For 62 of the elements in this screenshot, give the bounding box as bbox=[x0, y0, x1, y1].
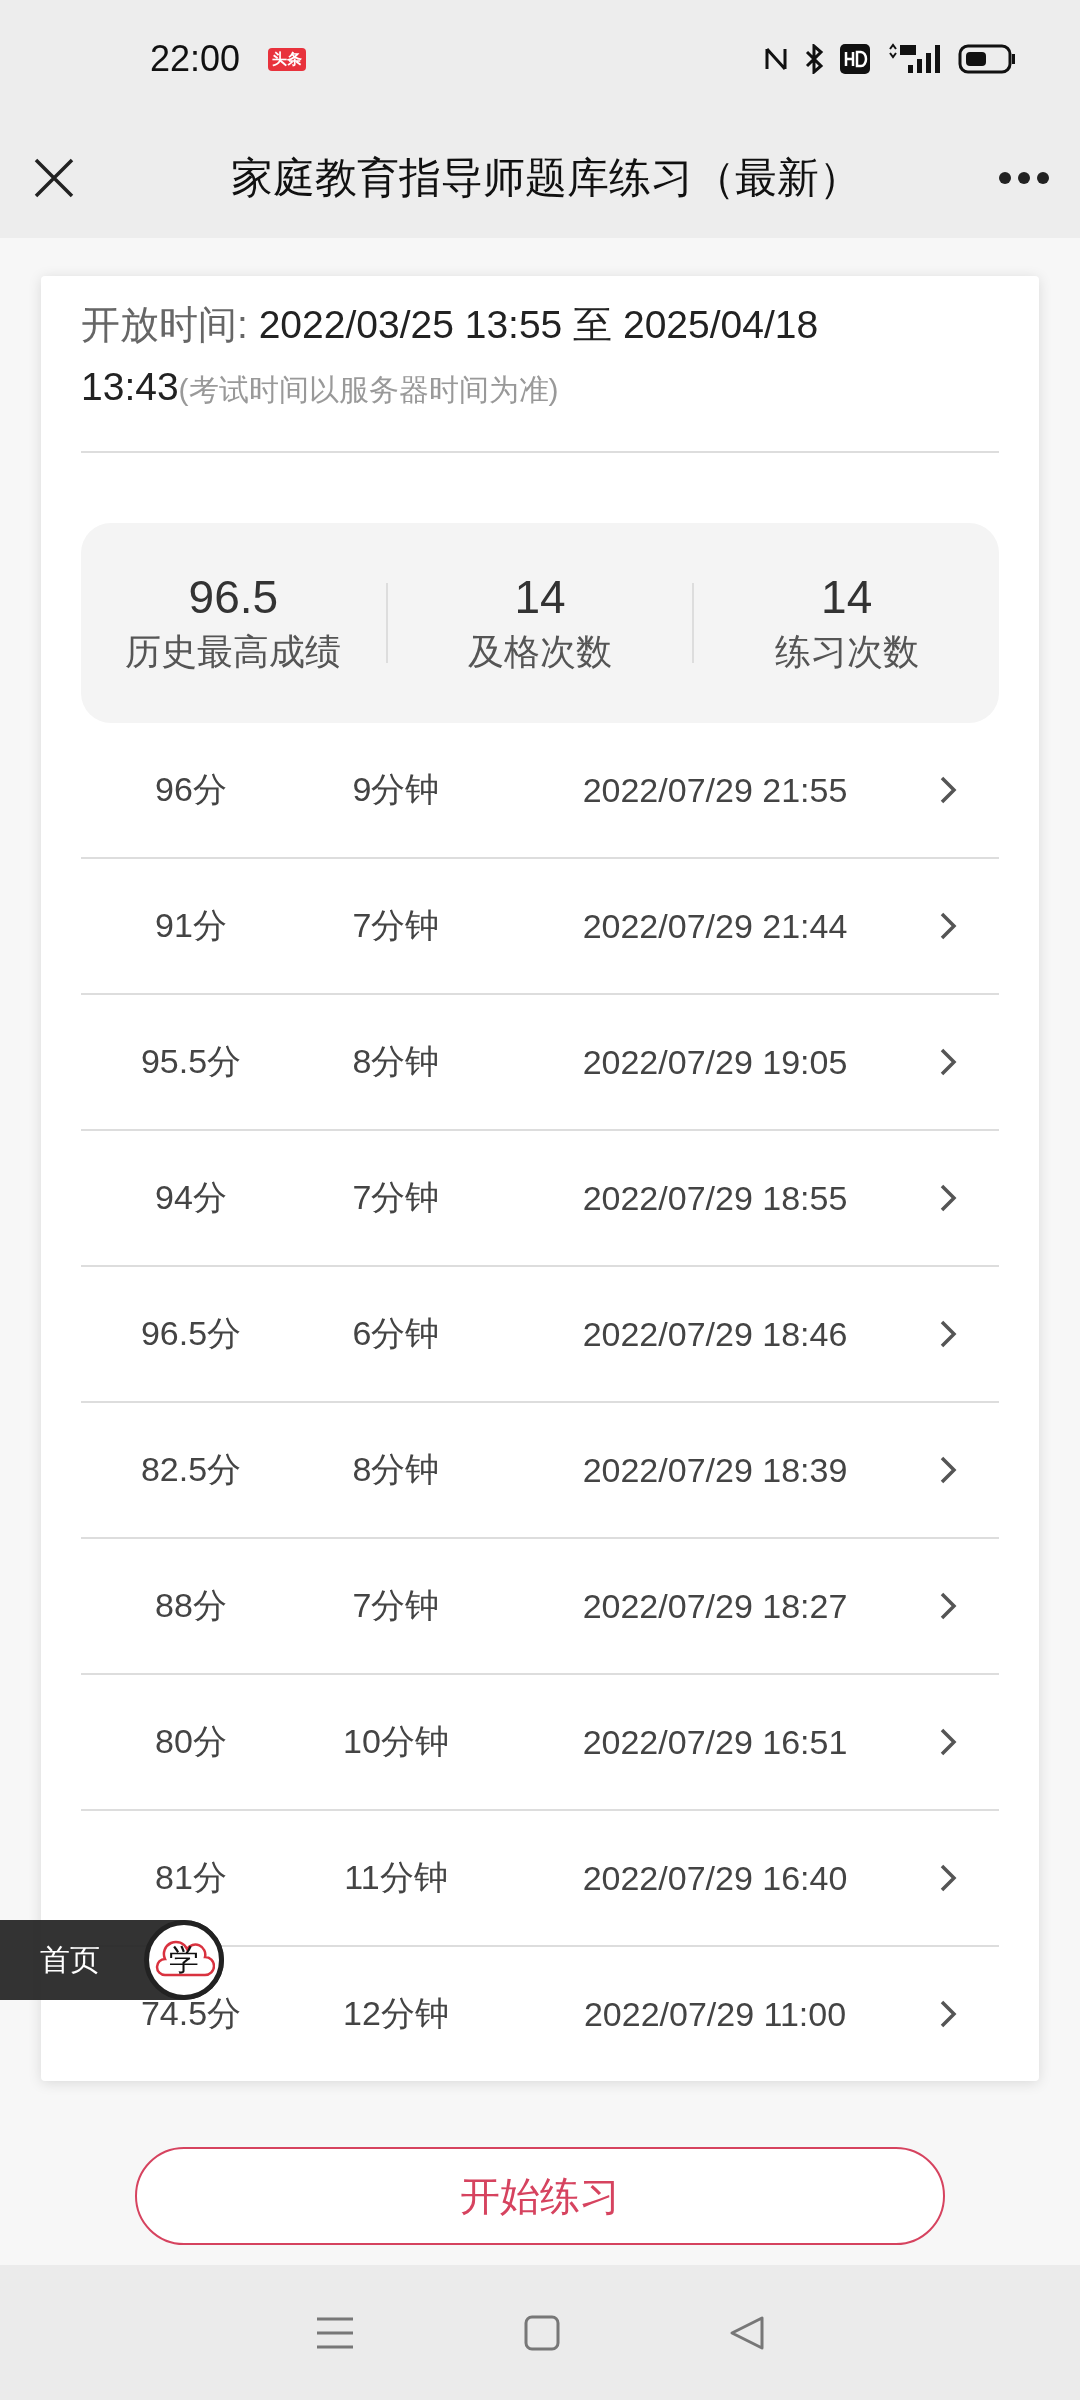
duration-text: 7分钟 bbox=[351, 1177, 441, 1218]
chevron-right-icon bbox=[939, 911, 957, 941]
chevron-right-icon bbox=[939, 1319, 957, 1349]
home-square-icon[interactable] bbox=[524, 2314, 560, 2351]
date-time-text: 2022/07/29 16:40 bbox=[581, 1858, 849, 1898]
duration-text: 12分钟 bbox=[342, 1993, 450, 2034]
duration-text: 10分钟 bbox=[342, 1721, 450, 1762]
duration-text: 6分钟 bbox=[351, 1313, 441, 1354]
score-text: 96.5分 bbox=[139, 1313, 243, 1354]
date-time-text: 2022/07/29 18:46 bbox=[581, 1314, 849, 1354]
duration-text: 9分钟 bbox=[351, 769, 441, 810]
date-time-text: 2022/07/29 18:55 bbox=[581, 1178, 849, 1218]
score-text: 82.5分 bbox=[139, 1449, 243, 1490]
notification-badge: 头条 bbox=[268, 47, 307, 71]
signal-icon bbox=[886, 43, 942, 75]
score-text: 80分 bbox=[154, 1721, 228, 1762]
chevron-right-icon bbox=[939, 1999, 957, 2029]
date-time-text: 2022/07/29 18:27 bbox=[581, 1586, 849, 1626]
date-time-text: 2022/07/29 21:55 bbox=[581, 770, 849, 810]
hd-icon bbox=[840, 44, 870, 74]
chevron-right-icon bbox=[939, 1863, 957, 1893]
clock: 22:00 bbox=[150, 38, 241, 80]
menu-icon[interactable] bbox=[314, 2315, 355, 2350]
stat-value: 96.5 bbox=[188, 569, 279, 624]
chevron-right-icon bbox=[939, 1183, 957, 1213]
bluetooth-icon bbox=[804, 44, 824, 74]
stat-label: 历史最高成绩 bbox=[125, 629, 342, 674]
close-icon[interactable] bbox=[34, 158, 74, 198]
chevron-right-icon bbox=[939, 775, 957, 805]
stat-label: 及格次数 bbox=[468, 629, 612, 674]
chevron-right-icon bbox=[939, 1727, 957, 1757]
chevron-right-icon bbox=[939, 1455, 957, 1485]
duration-text: 7分钟 bbox=[351, 905, 441, 946]
date-time-text: 2022/07/29 16:51 bbox=[581, 1722, 849, 1762]
duration-text: 8分钟 bbox=[351, 1449, 441, 1490]
score-text: 95.5分 bbox=[139, 1041, 243, 1082]
more-icon[interactable] bbox=[998, 171, 1050, 185]
score-text: 91分 bbox=[154, 905, 228, 946]
battery-icon bbox=[958, 44, 1016, 74]
duration-text: 7分钟 bbox=[351, 1585, 441, 1626]
chevron-right-icon bbox=[939, 1047, 957, 1077]
date-time-text: 2022/07/29 19:05 bbox=[581, 1042, 849, 1082]
back-triangle-icon[interactable] bbox=[729, 2314, 766, 2351]
logo-text: 学 bbox=[169, 1940, 199, 1979]
duration-text: 8分钟 bbox=[351, 1041, 441, 1082]
score-text: 88分 bbox=[154, 1585, 228, 1626]
cloud-icon bbox=[155, 1939, 215, 1979]
nfc-icon bbox=[764, 45, 788, 73]
score-text: 94分 bbox=[154, 1177, 228, 1218]
open-time-text: 开放时间: 2022/03/25 13:55 至 2025/04/18 13:43(考试时间以服务器时间为准) bbox=[81, 302, 820, 410]
score-text: 96分 bbox=[154, 769, 228, 810]
stat-value: 14 bbox=[514, 569, 566, 624]
duration-text: 11分钟 bbox=[343, 1857, 449, 1898]
chevron-right-icon bbox=[939, 1591, 957, 1621]
stat-value: 14 bbox=[821, 569, 873, 624]
page-title: 家庭教育指导师题库练习（最新） bbox=[230, 153, 862, 203]
score-text: 81分 bbox=[154, 1857, 228, 1898]
date-time-text: 2022/07/29 11:00 bbox=[582, 1994, 848, 2034]
date-time-text: 2022/07/29 21:44 bbox=[581, 906, 849, 946]
date-time-text: 2022/07/29 18:39 bbox=[581, 1450, 849, 1490]
start-practice-button[interactable]: 开始练习 bbox=[135, 2147, 945, 2245]
stat-label: 练习次数 bbox=[774, 629, 919, 674]
